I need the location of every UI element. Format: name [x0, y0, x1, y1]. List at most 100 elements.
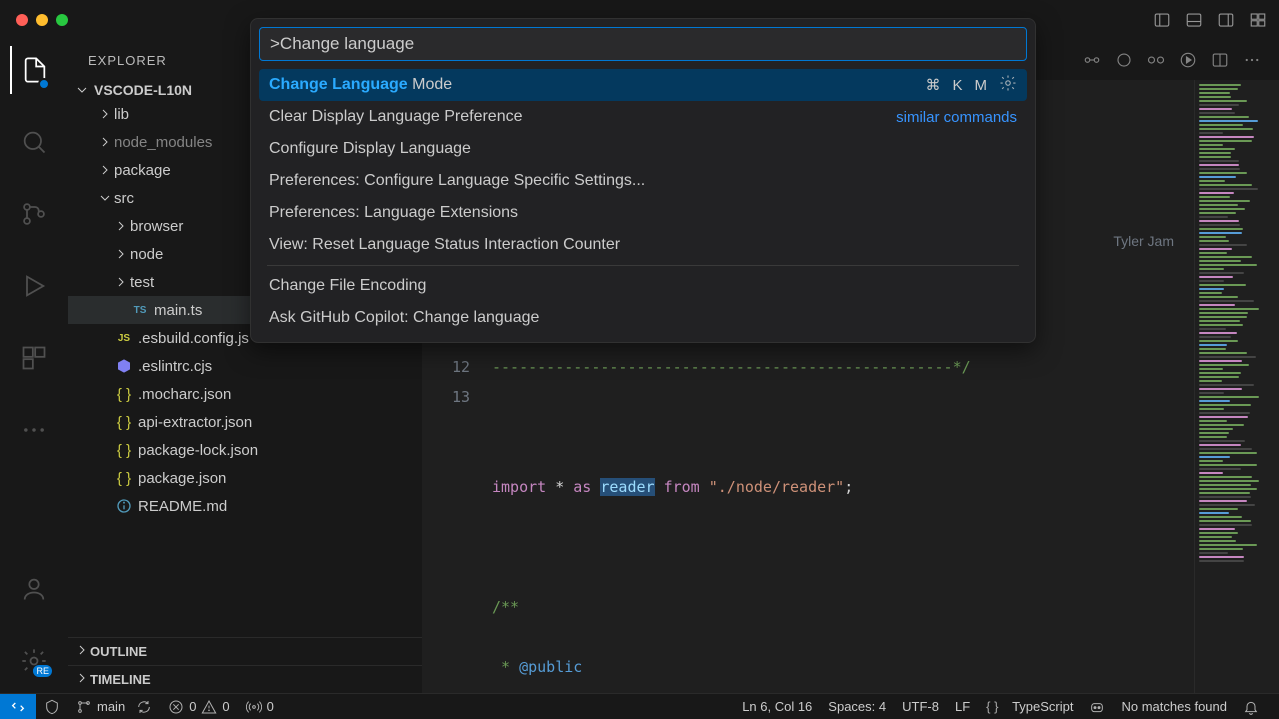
titlebar-actions [1153, 11, 1267, 29]
layout-customize-icon[interactable] [1249, 11, 1267, 29]
error-count: 0 [189, 699, 196, 714]
activity-scm[interactable] [10, 190, 58, 238]
command-palette-item[interactable]: Change File Encoding [259, 270, 1027, 302]
minimap[interactable] [1194, 80, 1279, 693]
branch-icon [76, 699, 92, 715]
remote-button[interactable] [0, 694, 36, 719]
status-problems[interactable]: 0 0 [160, 694, 237, 719]
command-palette-input[interactable] [259, 27, 1027, 61]
status-ports[interactable]: 0 [238, 694, 282, 719]
outline-label: OUTLINE [90, 644, 147, 659]
codelens-author[interactable]: Tyler Jam [1113, 226, 1174, 256]
editor-actions [1083, 51, 1271, 69]
tree-label: src [114, 190, 134, 207]
line-number: 13 [422, 382, 470, 412]
command-palette-item[interactable]: Preferences: Language Extensions [259, 197, 1027, 229]
activity-explorer[interactable] [10, 46, 58, 94]
tree-label: browser [130, 218, 183, 235]
status-indent[interactable]: Spaces: 4 [820, 694, 894, 719]
file-item[interactable]: { }package-lock.json [68, 436, 422, 464]
file-item[interactable]: .eslintrc.cjs [68, 352, 422, 380]
close-window-button[interactable] [16, 14, 28, 26]
file-icon [114, 498, 134, 514]
layout-panel-left-icon[interactable] [1153, 11, 1171, 29]
chevron-down-icon [96, 189, 114, 207]
tree-label: README.md [138, 498, 227, 515]
status-eol[interactable]: LF [947, 694, 978, 719]
status-notifications[interactable] [1235, 694, 1267, 719]
bell-icon [1243, 699, 1259, 715]
command-palette-item[interactable]: View: Reset Language Status Interaction … [259, 229, 1027, 261]
status-branch[interactable]: main [68, 694, 160, 719]
status-position[interactable]: Ln 6, Col 16 [734, 694, 820, 719]
tree-label: test [130, 274, 154, 291]
file-icon: { } [114, 470, 134, 487]
chevron-right-icon [74, 670, 90, 689]
file-icon: { } [114, 414, 134, 431]
command-palette-item[interactable]: Preferences: Configure Language Specific… [259, 165, 1027, 197]
status-bar: main 0 0 0 Ln 6, Col 16 Spaces: 4 UTF-8 … [0, 693, 1279, 719]
chevron-right-icon [96, 105, 114, 123]
activity-extensions[interactable] [10, 334, 58, 382]
chevron-right-icon [112, 245, 130, 263]
layout-panel-bottom-icon[interactable] [1185, 11, 1203, 29]
timeline-section[interactable]: TIMELINE [68, 665, 422, 693]
file-icon: JS [114, 333, 134, 344]
tree-label: .eslintrc.cjs [138, 358, 212, 375]
branch-label: main [97, 699, 125, 714]
activity-search[interactable] [10, 118, 58, 166]
run-icon[interactable] [1179, 51, 1197, 69]
status-encoding[interactable]: UTF-8 [894, 694, 947, 719]
sync-icon [136, 699, 152, 715]
chevron-down-icon [74, 82, 90, 98]
file-icon [114, 358, 134, 374]
gear-icon[interactable] [999, 74, 1017, 97]
radio-icon [246, 699, 262, 715]
go-back-icon[interactable] [1115, 51, 1133, 69]
error-icon [168, 699, 184, 715]
go-forward-icon[interactable] [1147, 51, 1165, 69]
command-palette-list: Change Language Mode⌘KMClear Display Lan… [259, 69, 1027, 334]
command-palette-item[interactable]: Ask GitHub Copilot: Change language [259, 302, 1027, 334]
tree-label: api-extractor.json [138, 414, 252, 431]
file-icon: TS [130, 305, 150, 316]
file-item[interactable]: { }api-extractor.json [68, 408, 422, 436]
status-language[interactable]: { } TypeScript [978, 694, 1081, 719]
file-item[interactable]: { }package.json [68, 464, 422, 492]
status-search-matches[interactable]: No matches found [1113, 694, 1235, 719]
warning-count: 0 [222, 699, 229, 714]
activity-more[interactable] [10, 406, 58, 454]
minimize-window-button[interactable] [36, 14, 48, 26]
line-number: 12 [422, 352, 470, 382]
ports-count: 0 [267, 699, 274, 714]
compare-icon[interactable] [1083, 51, 1101, 69]
file-item[interactable]: { }.mocharc.json [68, 380, 422, 408]
activity-account[interactable] [10, 565, 58, 613]
maximize-window-button[interactable] [56, 14, 68, 26]
tree-label: .esbuild.config.js [138, 330, 249, 347]
file-item[interactable]: README.md [68, 492, 422, 520]
tree-label: .mocharc.json [138, 386, 231, 403]
activity-debug[interactable] [10, 262, 58, 310]
split-editor-icon[interactable] [1211, 51, 1229, 69]
chevron-right-icon [112, 273, 130, 291]
tree-label: package-lock.json [138, 442, 258, 459]
status-trust[interactable] [36, 694, 68, 719]
tree-label: main.ts [154, 302, 202, 319]
command-palette-item[interactable]: Configure Display Language [259, 133, 1027, 165]
tree-label: node_modules [114, 134, 212, 151]
file-icon: { } [114, 442, 134, 459]
status-copilot[interactable] [1081, 694, 1113, 719]
settings-badge: RE [33, 665, 52, 677]
timeline-label: TIMELINE [90, 672, 151, 687]
warning-icon [201, 699, 217, 715]
chevron-right-icon [112, 217, 130, 235]
activity-settings[interactable]: RE [10, 637, 58, 685]
command-palette-item[interactable]: Clear Display Language Preferencesimilar… [259, 101, 1027, 133]
tree-label: lib [114, 106, 129, 123]
copilot-icon [1089, 699, 1105, 715]
layout-panel-right-icon[interactable] [1217, 11, 1235, 29]
command-palette-item[interactable]: Change Language Mode⌘KM [259, 69, 1027, 101]
more-icon[interactable] [1243, 51, 1261, 69]
outline-section[interactable]: OUTLINE [68, 637, 422, 665]
